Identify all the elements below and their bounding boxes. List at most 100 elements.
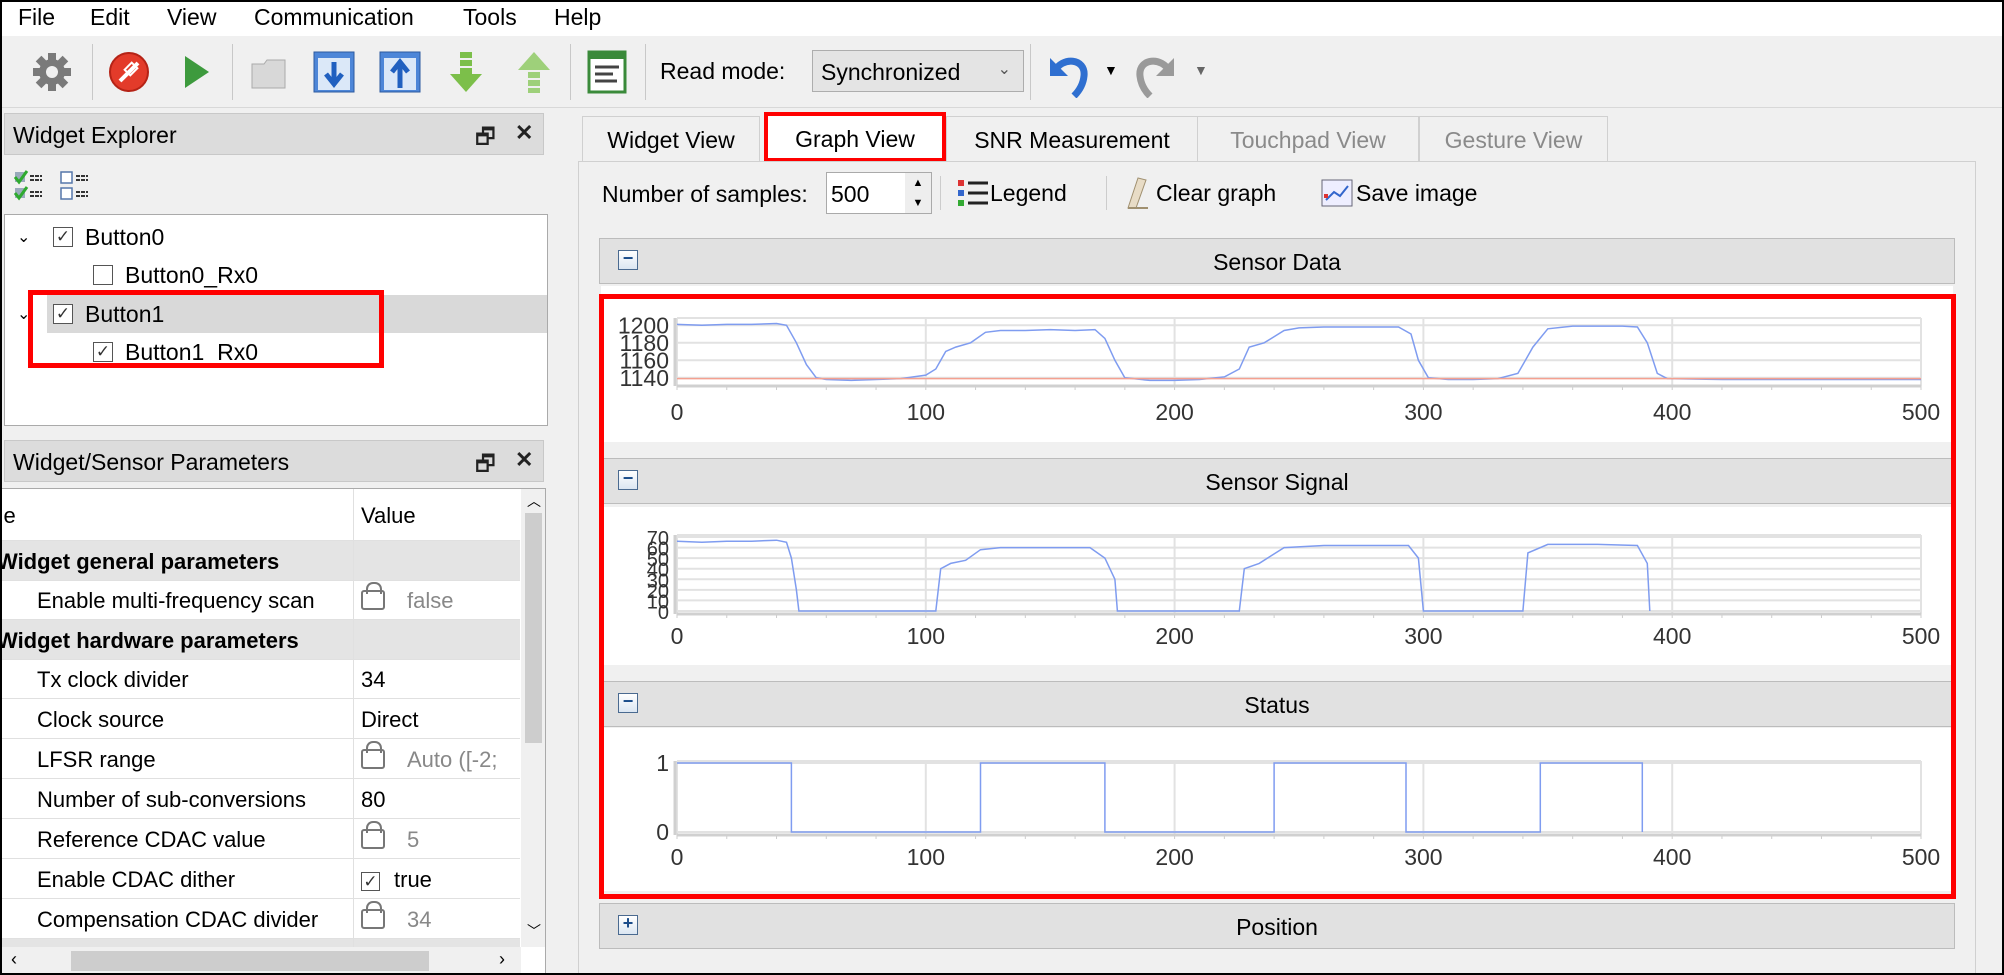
x-tick-label: 200 xyxy=(1155,399,1193,425)
menu-edit[interactable]: Edit xyxy=(90,4,130,31)
undo-icon[interactable] xyxy=(1040,50,1094,99)
gear-icon[interactable] xyxy=(30,50,74,94)
legend-label: Legend xyxy=(990,179,1067,206)
x-tick-label: 500 xyxy=(1902,399,1940,425)
param-name: Enable CDAC dither xyxy=(37,867,236,892)
tree-item-button0[interactable]: ⌄ ✓ Button0 xyxy=(17,219,164,255)
tab-widget-view[interactable]: Widget View xyxy=(582,116,760,162)
section-title: Position xyxy=(1236,914,1318,940)
legend-button[interactable]: Legend xyxy=(956,176,1067,210)
close-icon[interactable]: ✕ xyxy=(515,120,533,146)
param-row[interactable]: Tx clock divider 34 xyxy=(1,659,520,699)
check-all-icon[interactable] xyxy=(13,170,46,210)
widget-explorer-title: Widget Explorer xyxy=(13,122,177,148)
redo-icon[interactable] xyxy=(1130,50,1184,99)
highlight-box xyxy=(28,290,384,368)
export-icon[interactable] xyxy=(512,50,556,94)
column-value-header[interactable]: Value xyxy=(361,503,416,529)
param-value[interactable]: 34 xyxy=(361,667,385,693)
param-value[interactable]: ✓ true xyxy=(361,867,432,893)
tab-graph-view[interactable]: Graph View xyxy=(764,112,946,162)
tab-touchpad-view[interactable]: Touchpad View xyxy=(1197,116,1419,162)
param-group-row[interactable]: Widget general parameters xyxy=(1,541,520,581)
param-value: Auto ([-2; xyxy=(361,741,498,773)
tree-item-button0-rx0[interactable]: Button0_Rx0 xyxy=(93,257,258,293)
widget-explorer-header: Widget Explorer 🗗 ✕ xyxy=(4,113,544,155)
stepper-up-icon[interactable]: ▲ xyxy=(905,173,931,193)
x-tick-label: 500 xyxy=(1902,623,1940,649)
stepper-down-icon[interactable]: ▼ xyxy=(905,193,931,213)
play-icon[interactable] xyxy=(175,50,219,94)
checkbox[interactable] xyxy=(93,265,113,285)
menu-bar: File Edit View Communication Tools Help xyxy=(0,0,2004,36)
samples-value: 500 xyxy=(831,181,870,207)
section-title: Sensor Signal xyxy=(1205,469,1349,495)
clear-graph-button[interactable]: Clear graph xyxy=(1120,176,1276,210)
x-tick-label: 0 xyxy=(671,399,684,425)
legend-icon xyxy=(958,180,988,206)
tree-item-label: Button0 xyxy=(85,223,165,250)
write-up-icon[interactable] xyxy=(378,50,422,94)
x-tick-label: 400 xyxy=(1653,399,1691,425)
x-tick-label: 200 xyxy=(1155,844,1193,870)
scroll-thumb[interactable] xyxy=(71,951,429,971)
param-row[interactable]: Compensation CDAC divider 34 xyxy=(1,899,520,939)
expand-icon[interactable]: + xyxy=(618,914,638,935)
param-name: Number of sub-conversions xyxy=(37,787,307,812)
scroll-right-icon[interactable]: › xyxy=(499,949,505,970)
collapse-icon[interactable]: − xyxy=(618,249,638,270)
checkbox[interactable]: ✓ xyxy=(53,227,73,247)
sensor-signal-chart: 0 10 20 30 40 50 60 70 0 100 200 300 400 500 xyxy=(601,507,1953,665)
param-value[interactable]: Direct xyxy=(361,707,418,733)
read-down-icon[interactable] xyxy=(312,50,356,94)
redo-dropdown-arrow-icon[interactable]: ▼ xyxy=(1194,62,1208,78)
save-image-button[interactable]: Save image xyxy=(1320,176,1477,210)
scroll-down-icon[interactable]: ﹀ xyxy=(527,921,541,941)
checkbox[interactable]: ✓ xyxy=(361,872,380,891)
scroll-left-icon[interactable]: ‹ xyxy=(11,949,17,970)
uncheck-all-icon[interactable] xyxy=(60,170,92,210)
lock-icon xyxy=(361,901,385,930)
float-icon[interactable]: 🗗 xyxy=(475,447,496,485)
close-icon[interactable]: ✕ xyxy=(515,447,533,473)
float-icon[interactable]: 🗗 xyxy=(475,120,496,158)
param-name: Widget hardware parameters xyxy=(0,628,299,653)
param-group-row[interactable]: Widget hardware parameters xyxy=(1,620,520,660)
vertical-scrollbar[interactable]: ︿ ﹀ xyxy=(521,489,545,947)
tab-gesture-view[interactable]: Gesture View xyxy=(1419,116,1608,162)
menu-file[interactable]: File xyxy=(18,4,55,31)
x-tick-label: 300 xyxy=(1404,623,1442,649)
y-tick-label: 70 xyxy=(647,528,669,550)
params-table: Name Value Widget general parameters Enab… xyxy=(0,488,546,974)
import-icon[interactable] xyxy=(444,50,488,94)
menu-view[interactable]: View xyxy=(167,4,216,31)
param-row[interactable]: Enable multi-frequency scan false xyxy=(1,580,520,620)
column-name-header[interactable]: Name xyxy=(1,503,16,529)
param-row[interactable]: Enable CDAC dither ✓ true xyxy=(1,859,520,899)
open-folder-icon[interactable] xyxy=(248,50,292,94)
read-mode-select[interactable]: Synchronized ⌄ xyxy=(812,50,1024,92)
eraser-icon xyxy=(1127,177,1148,209)
collapse-icon[interactable]: − xyxy=(618,469,638,490)
param-value-text: 5 xyxy=(407,827,420,852)
horizontal-scrollbar[interactable]: ‹ › xyxy=(1,947,521,973)
menu-communication[interactable]: Communication xyxy=(254,4,414,31)
stop-icon[interactable] xyxy=(107,50,151,94)
param-row[interactable]: Number of sub-conversions 80 xyxy=(1,779,520,819)
scroll-thumb[interactable] xyxy=(525,513,542,743)
scroll-up-icon[interactable]: ︿ xyxy=(527,491,541,511)
param-row[interactable]: LFSR range Auto ([-2; xyxy=(1,739,520,779)
tab-snr-measurement[interactable]: SNR Measurement xyxy=(946,116,1198,162)
undo-dropdown-arrow-icon[interactable]: ▼ xyxy=(1104,62,1118,78)
log-icon[interactable] xyxy=(585,50,629,94)
collapse-icon[interactable]: − xyxy=(618,692,638,713)
param-row[interactable]: Reference CDAC value 5 xyxy=(1,819,520,859)
param-value-text: Direct xyxy=(361,707,419,732)
param-row[interactable]: Clock source Direct xyxy=(1,699,520,739)
menu-tools[interactable]: Tools xyxy=(463,4,517,31)
chevron-down-icon[interactable]: ⌄ xyxy=(17,227,53,247)
samples-stepper[interactable]: 500 ▲ ▼ xyxy=(826,172,932,214)
param-value[interactable]: 80 xyxy=(361,787,385,813)
param-value-text: Auto ([-2; xyxy=(407,747,498,772)
menu-help[interactable]: Help xyxy=(554,4,601,31)
